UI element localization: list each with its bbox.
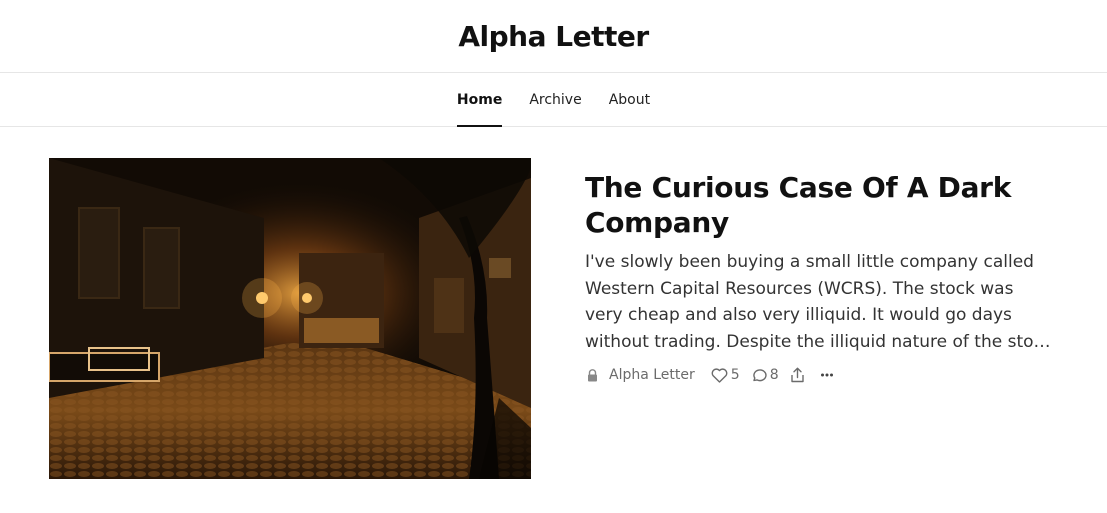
lock-icon: [585, 368, 599, 382]
share-icon: [790, 367, 804, 383]
post-card: The Curious Case Of A Dark Company I've …: [49, 158, 1059, 479]
post-title[interactable]: The Curious Case Of A Dark Company: [585, 170, 1055, 240]
site-title[interactable]: Alpha Letter: [458, 20, 649, 53]
site-header: Alpha Letter: [0, 0, 1107, 73]
post-excerpt[interactable]: I've slowly been buying a small little c…: [585, 249, 1055, 355]
post-author[interactable]: Alpha Letter: [609, 367, 695, 383]
nav-item-home[interactable]: Home: [456, 73, 503, 127]
post-thumbnail[interactable]: [49, 158, 531, 479]
nav-item-about[interactable]: About: [609, 73, 650, 126]
like-button[interactable]: 5: [711, 367, 740, 383]
more-icon: [820, 373, 833, 377]
share-button[interactable]: [790, 367, 805, 383]
comment-icon: [753, 368, 767, 381]
like-count: 5: [730, 367, 740, 383]
comment-count: 8: [769, 367, 779, 383]
nav-item-archive[interactable]: Archive: [529, 73, 581, 126]
post-body: The Curious Case Of A Dark Company I've …: [585, 158, 1055, 479]
heart-icon: [711, 367, 728, 383]
night-street-image: [49, 158, 531, 479]
post-meta: Alpha Letter 5 8: [585, 367, 1055, 383]
main-nav: Home Archive About: [0, 73, 1107, 127]
comment-button[interactable]: 8: [751, 367, 779, 383]
more-button[interactable]: [820, 372, 834, 378]
